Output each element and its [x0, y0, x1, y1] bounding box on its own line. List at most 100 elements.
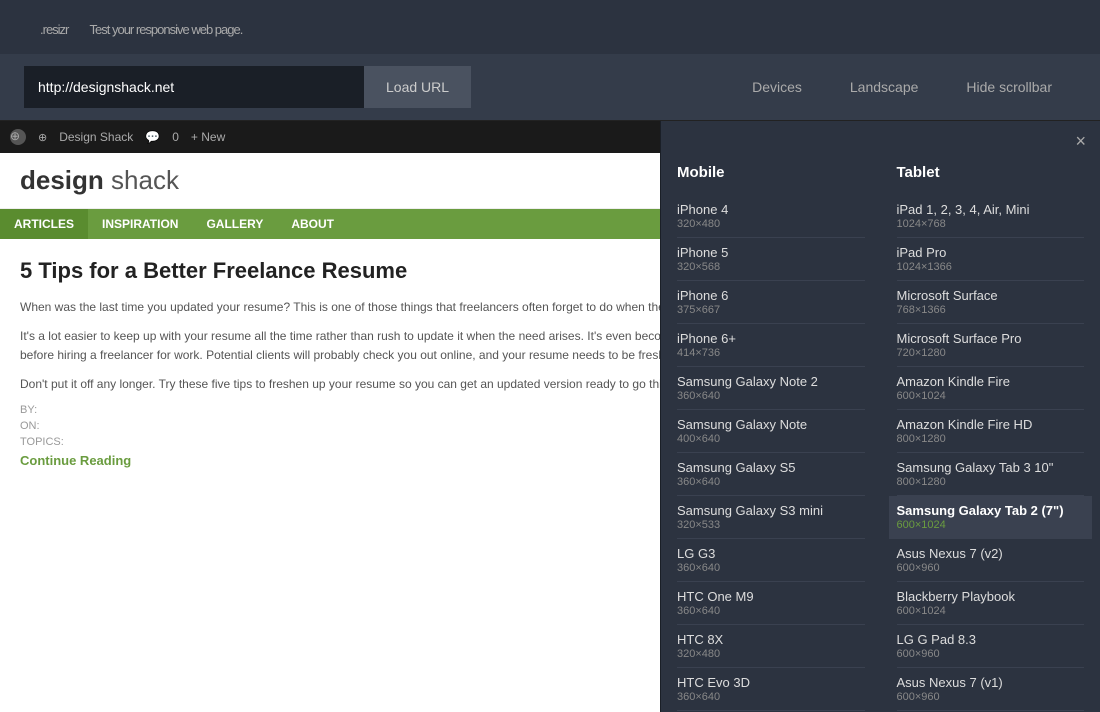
- device-size: 600×960: [897, 691, 1085, 703]
- device-name: Microsoft Surface Pro: [897, 331, 1085, 346]
- device-size: 320×568: [677, 261, 865, 273]
- tablet-device-item[interactable]: Amazon Kindle Fire HD800×1280: [897, 410, 1085, 453]
- panel-columns: Mobile iPhone 4320×480iPhone 5320×568iPh…: [661, 158, 1100, 712]
- header: .resizr Test your responsive web page.: [0, 0, 1100, 54]
- logo-text: .resizr: [40, 22, 68, 37]
- hide-scrollbar-button[interactable]: Hide scrollbar: [942, 66, 1076, 108]
- tablet-device-item[interactable]: Samsung Galaxy Tab 2 (7")600×1024: [889, 496, 1093, 539]
- device-name: Asus Nexus 7 (v2): [897, 546, 1085, 561]
- logo-bold: design: [20, 165, 104, 195]
- tablet-title: Tablet: [897, 164, 1085, 181]
- device-name: HTC One M9: [677, 589, 865, 604]
- mobile-device-item[interactable]: HTC 8X320×480: [677, 625, 865, 668]
- device-name: Amazon Kindle Fire: [897, 374, 1085, 389]
- device-name: iPhone 6+: [677, 331, 865, 346]
- close-panel-button[interactable]: ×: [1075, 131, 1086, 152]
- mobile-column: Mobile iPhone 4320×480iPhone 5320×568iPh…: [661, 158, 881, 712]
- new-label[interactable]: + New: [191, 130, 225, 144]
- comment-count: 0: [172, 130, 179, 144]
- device-name: LG G3: [677, 546, 865, 561]
- device-size: 600×1024: [897, 605, 1085, 617]
- device-name: iPhone 6: [677, 288, 865, 303]
- device-name: iPad 1, 2, 3, 4, Air, Mini: [897, 202, 1085, 217]
- devices-button[interactable]: Devices: [728, 66, 826, 108]
- device-size: 320×533: [677, 519, 865, 531]
- mobile-device-item[interactable]: Samsung Galaxy S3 mini320×533: [677, 496, 865, 539]
- device-name: Samsung Galaxy S5: [677, 460, 865, 475]
- wp-icon2: ⊕: [38, 131, 47, 144]
- comment-icon: 💬: [145, 130, 160, 144]
- tablet-column: Tablet iPad 1, 2, 3, 4, Air, Mini1024×76…: [881, 158, 1100, 712]
- device-name: Samsung Galaxy S3 mini: [677, 503, 865, 518]
- mobile-device-item[interactable]: LG G3360×640: [677, 539, 865, 582]
- device-name: Amazon Kindle Fire HD: [897, 417, 1085, 432]
- mobile-device-item[interactable]: Samsung Galaxy Note400×640: [677, 410, 865, 453]
- device-size: 800×1280: [897, 433, 1085, 445]
- tablet-device-item[interactable]: Microsoft Surface768×1366: [897, 281, 1085, 324]
- device-size: 360×640: [677, 605, 865, 617]
- device-size: 1024×1366: [897, 261, 1085, 273]
- device-size: 1024×768: [897, 218, 1085, 230]
- device-size: 600×960: [897, 648, 1085, 660]
- app-logo: .resizr Test your responsive web page.: [24, 14, 242, 40]
- mobile-device-item[interactable]: iPhone 4320×480: [677, 195, 865, 238]
- device-size: 414×736: [677, 347, 865, 359]
- device-name: Blackberry Playbook: [897, 589, 1085, 604]
- device-name: HTC Evo 3D: [677, 675, 865, 690]
- load-url-button[interactable]: Load URL: [364, 66, 471, 108]
- device-name: LG G Pad 8.3: [897, 632, 1085, 647]
- device-size: 360×640: [677, 562, 865, 574]
- device-size: 400×640: [677, 433, 865, 445]
- device-name: iPhone 5: [677, 245, 865, 260]
- site-name-label[interactable]: Design Shack: [59, 130, 133, 144]
- device-name: Samsung Galaxy Note 2: [677, 374, 865, 389]
- mobile-device-item[interactable]: HTC One M9360×640: [677, 582, 865, 625]
- nav-about[interactable]: ABOUT: [277, 209, 348, 239]
- logo-light: shack: [104, 165, 179, 195]
- mobile-title: Mobile: [677, 164, 865, 181]
- url-input[interactable]: [24, 66, 364, 108]
- tablet-device-item[interactable]: LG G Pad 8.3600×960: [897, 625, 1085, 668]
- panel-header: ×: [661, 121, 1100, 158]
- tablet-device-item[interactable]: Asus Nexus 7 (v2)600×960: [897, 539, 1085, 582]
- read-more-link[interactable]: Continue Reading: [20, 453, 131, 468]
- device-size: 600×1024: [897, 519, 1085, 531]
- device-name: Asus Nexus 7 (v1): [897, 675, 1085, 690]
- device-size: 720×1280: [897, 347, 1085, 359]
- nav-gallery[interactable]: GALLERY: [192, 209, 277, 239]
- device-name: iPhone 4: [677, 202, 865, 217]
- mobile-device-item[interactable]: Samsung Galaxy Note 2360×640: [677, 367, 865, 410]
- tablet-device-item[interactable]: iPad 1, 2, 3, 4, Air, Mini1024×768: [897, 195, 1085, 238]
- device-name: Samsung Galaxy Note: [677, 417, 865, 432]
- mobile-device-item[interactable]: Samsung Galaxy S5360×640: [677, 453, 865, 496]
- device-name: iPad Pro: [897, 245, 1085, 260]
- nav-articles[interactable]: ARTICLES: [0, 209, 88, 239]
- device-size: 320×480: [677, 648, 865, 660]
- tablet-device-item[interactable]: iPad Pro1024×1366: [897, 238, 1085, 281]
- tablet-device-item[interactable]: Blackberry Playbook600×1024: [897, 582, 1085, 625]
- tablet-device-item[interactable]: Microsoft Surface Pro720×1280: [897, 324, 1085, 367]
- device-size: 768×1366: [897, 304, 1085, 316]
- tablet-device-item[interactable]: Samsung Galaxy Tab 3 10"800×1280: [897, 453, 1085, 496]
- device-name: Samsung Galaxy Tab 2 (7"): [897, 503, 1085, 518]
- device-size: 600×1024: [897, 390, 1085, 402]
- device-name: Microsoft Surface: [897, 288, 1085, 303]
- device-name: HTC 8X: [677, 632, 865, 647]
- tablet-device-item[interactable]: Amazon Kindle Fire600×1024: [897, 367, 1085, 410]
- app-wrapper: .resizr Test your responsive web page. L…: [0, 0, 1100, 712]
- devices-panel: × Mobile iPhone 4320×480iPhone 5320×568i…: [660, 121, 1100, 712]
- device-size: 800×1280: [897, 476, 1085, 488]
- device-size: 375×667: [677, 304, 865, 316]
- wp-icon: ⊕: [10, 129, 26, 145]
- device-name: Samsung Galaxy Tab 3 10": [897, 460, 1085, 475]
- mobile-device-item[interactable]: iPhone 6375×667: [677, 281, 865, 324]
- mobile-device-item[interactable]: iPhone 6+414×736: [677, 324, 865, 367]
- site-logo: design shack: [20, 165, 179, 196]
- device-size: 600×960: [897, 562, 1085, 574]
- nav-inspiration[interactable]: INSPIRATION: [88, 209, 192, 239]
- content-area: ⊕ ⊕ Design Shack 💬 0 + New Are you a des…: [0, 121, 1100, 712]
- mobile-device-item[interactable]: iPhone 5320×568: [677, 238, 865, 281]
- landscape-button[interactable]: Landscape: [826, 66, 943, 108]
- tagline: Test your responsive web page.: [90, 22, 243, 37]
- tablet-device-list: iPad 1, 2, 3, 4, Air, Mini1024×768iPad P…: [897, 195, 1085, 712]
